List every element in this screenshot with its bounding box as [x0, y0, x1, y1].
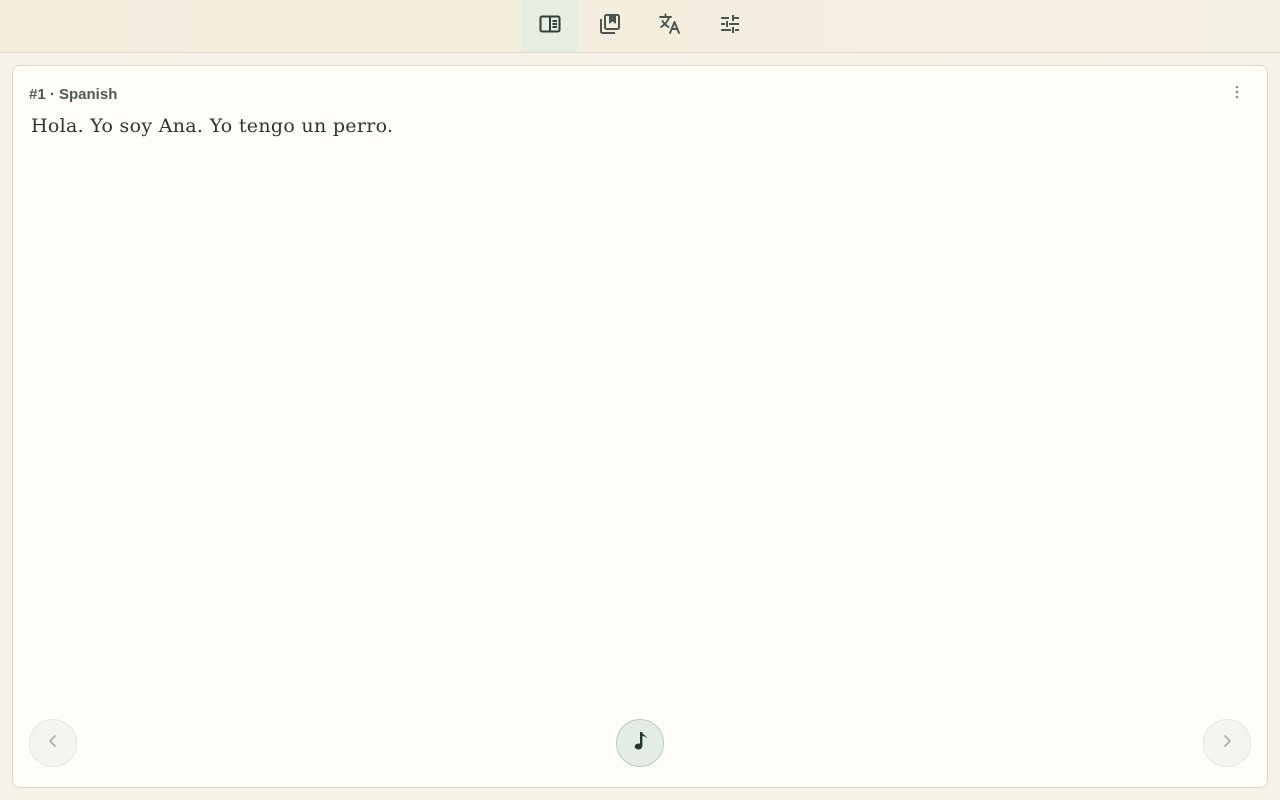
sliders-icon	[718, 12, 742, 41]
chevron-left-icon	[45, 733, 61, 754]
chevron-right-icon	[1219, 733, 1235, 754]
music-note-icon	[630, 730, 650, 757]
reading-text: Hola. Yo soy Ana. Yo tengo un perro.	[31, 115, 394, 137]
tab-reader[interactable]	[522, 0, 578, 52]
next-button[interactable]	[1203, 719, 1251, 767]
tab-bar	[522, 0, 758, 52]
tab-bookmarks[interactable]	[582, 0, 638, 52]
reading-card: #1 · Spanish Hola. Yo soy Ana. Yo tengo …	[12, 65, 1268, 788]
top-toolbar	[0, 0, 1280, 53]
more-options-button[interactable]	[1225, 82, 1249, 106]
tab-translate[interactable]	[642, 0, 698, 52]
reader-icon	[538, 12, 562, 41]
bookmarks-icon	[598, 12, 622, 41]
translate-icon	[658, 12, 682, 41]
play-audio-button[interactable]	[616, 719, 664, 767]
more-vertical-icon	[1235, 85, 1239, 104]
previous-button[interactable]	[29, 719, 77, 767]
card-title: #1 · Spanish	[29, 86, 118, 103]
tab-settings[interactable]	[702, 0, 758, 52]
